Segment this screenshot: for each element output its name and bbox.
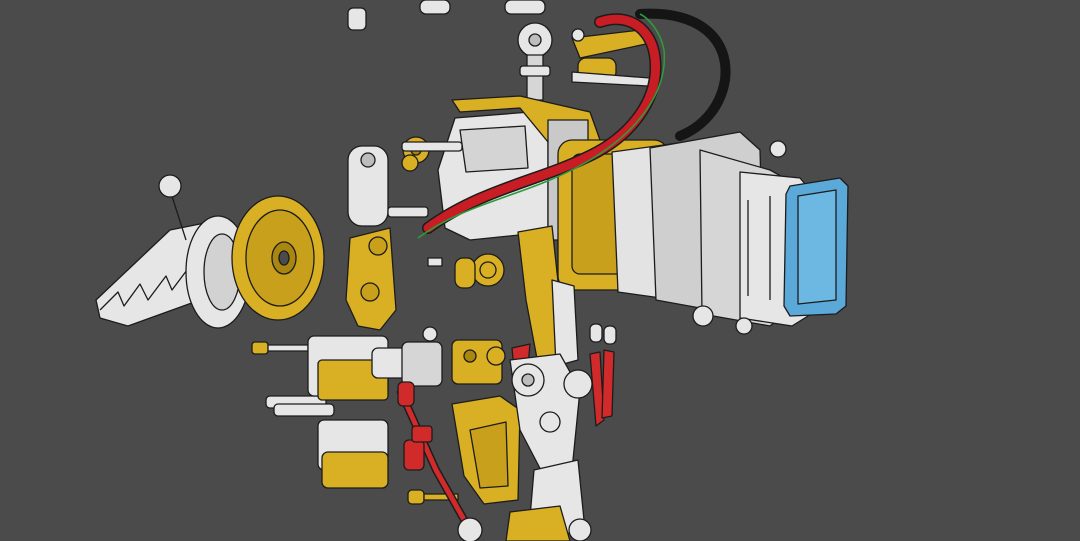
linkage-bracket[interactable] (427, 225, 579, 367)
gear-wheel[interactable] (231, 195, 325, 321)
piston-crank-arm[interactable] (571, 28, 651, 87)
ignition-coil-housing[interactable] (557, 131, 811, 335)
shaft-top-bracket[interactable] (347, 0, 553, 101)
engine-mounting-bracket[interactable] (345, 145, 429, 331)
brass-fairing[interactable] (451, 395, 521, 505)
blue-cover-plate[interactable] (783, 177, 849, 317)
bell-housing-nozzle[interactable] (95, 174, 251, 329)
3d-viewport[interactable] (0, 0, 1080, 541)
exploded-assembly-model[interactable] (0, 0, 1080, 541)
